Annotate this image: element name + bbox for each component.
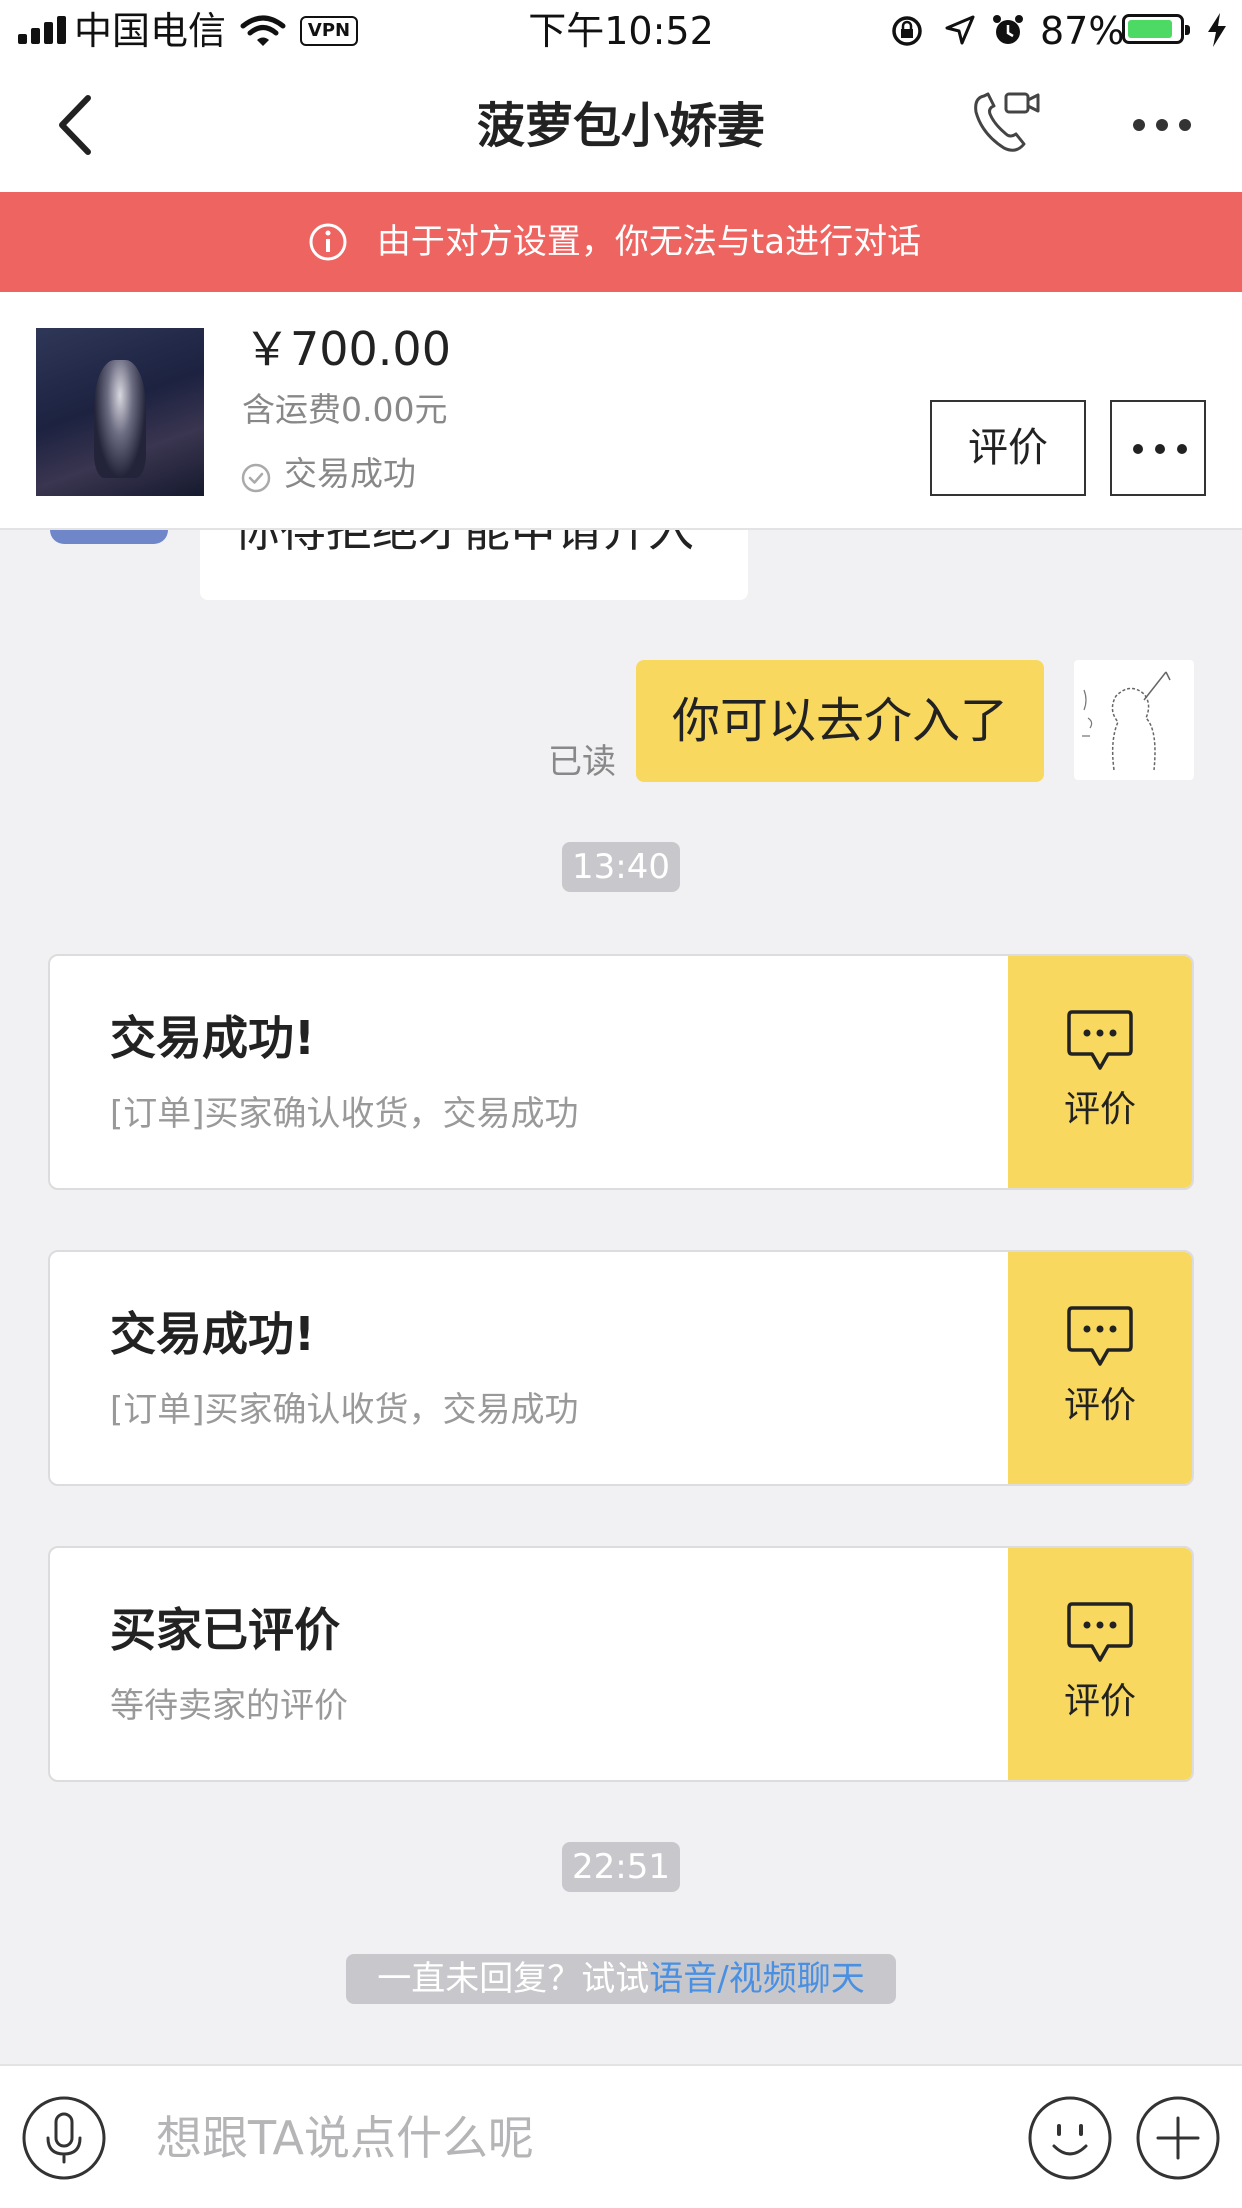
order-card[interactable]: 交易成功! [订单]买家确认收货，交易成功 评价 — [48, 1250, 1194, 1486]
notice-banner: 由于对方设置，你无法与ta进行对话 — [0, 192, 1242, 292]
comment-icon — [1067, 1602, 1133, 1662]
shipping-fee: 含运费0.00元 — [242, 390, 448, 429]
comment-icon — [1067, 1010, 1133, 1070]
card-action-label: 评价 — [1063, 1089, 1136, 1130]
product-price: ￥700.00 — [244, 322, 451, 376]
hint-text: 一直未回复？试试 — [377, 1959, 650, 1999]
order-status: 交易成功 — [284, 454, 416, 493]
check-circle-icon — [241, 463, 271, 493]
message-text: 你得拒绝才能申请介入 — [234, 530, 694, 557]
video-call-icon[interactable] — [970, 90, 1042, 156]
microphone-icon[interactable] — [20, 2094, 108, 2182]
card-action-label: 评价 — [1063, 1681, 1136, 1722]
card-review-action[interactable]: 评价 — [1008, 1252, 1192, 1484]
message-input[interactable]: 想跟TA说点什么呢 — [156, 2108, 534, 2168]
card-action-label: 评价 — [1063, 1385, 1136, 1426]
voice-video-chat-link[interactable]: 语音/视频聊天 — [649, 1959, 864, 1999]
battery-percent: 87% — [1040, 9, 1125, 53]
notice-text: 由于对方设置，你无法与ta进行对话 — [376, 222, 922, 262]
input-bar: 想跟TA说点什么呢 — [0, 2064, 1242, 2208]
card-review-action[interactable]: 评价 — [1008, 1548, 1192, 1780]
sketch-avatar-image — [1082, 671, 1171, 771]
product-thumbnail[interactable] — [36, 328, 204, 496]
product-more-button[interactable] — [1110, 400, 1206, 496]
emoji-icon[interactable] — [1026, 2094, 1114, 2182]
card-title: 交易成功! — [110, 1011, 315, 1065]
order-card[interactable]: 交易成功! [订单]买家确认收货，交易成功 评价 — [48, 954, 1194, 1190]
product-card[interactable]: ￥700.00 含运费0.00元 交易成功 评价 — [0, 292, 1242, 530]
more-icon[interactable] — [1130, 116, 1194, 134]
card-title: 买家已评价 — [110, 1603, 340, 1657]
plus-icon[interactable] — [1134, 2094, 1222, 2182]
timestamp: 13:40 — [562, 842, 680, 892]
timestamp: 22:51 — [562, 1842, 680, 1892]
card-subtitle: [订单]买家确认收货，交易成功 — [110, 1094, 579, 1134]
message-bubble[interactable]: 你得拒绝才能申请介入 — [200, 530, 748, 600]
charging-icon — [1208, 13, 1226, 47]
review-card[interactable]: 买家已评价 等待卖家的评价 评价 — [48, 1546, 1194, 1782]
card-subtitle: 等待卖家的评价 — [110, 1686, 348, 1726]
review-button[interactable]: 评价 — [930, 400, 1086, 496]
nav-bar: 菠萝包小娇妻 — [0, 62, 1242, 192]
my-message-bubble[interactable]: 你可以去介入了 — [636, 660, 1044, 782]
location-icon — [945, 15, 975, 45]
comment-icon — [1067, 1306, 1133, 1366]
card-subtitle: [订单]买家确认收货，交易成功 — [110, 1390, 579, 1430]
read-status: 已读 — [548, 742, 616, 782]
battery-icon — [1122, 14, 1190, 44]
status-bar: 中国电信 VPN 下午10:52 87% — [0, 0, 1242, 62]
rotation-lock-icon — [892, 16, 922, 46]
card-review-action[interactable]: 评价 — [1008, 956, 1192, 1188]
reply-hint: 一直未回复？试试语音/视频聊天 — [346, 1954, 896, 2004]
page-title: 菠萝包小娇妻 — [476, 98, 765, 154]
avatar[interactable] — [50, 530, 168, 544]
my-avatar[interactable] — [1074, 660, 1194, 780]
card-title: 交易成功! — [110, 1307, 315, 1361]
more-icon — [1133, 444, 1187, 454]
alarm-icon — [993, 15, 1023, 44]
